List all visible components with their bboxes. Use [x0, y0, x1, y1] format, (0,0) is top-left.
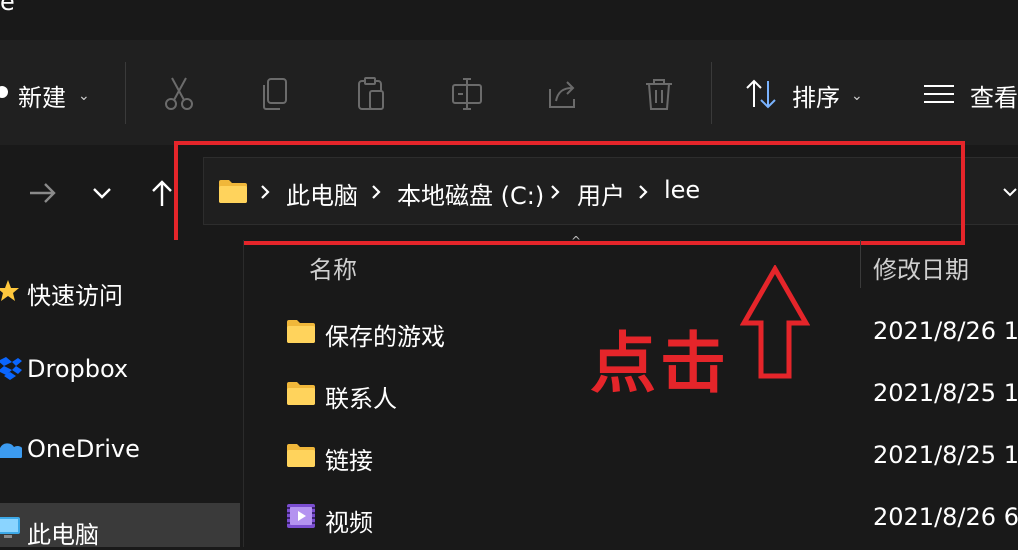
share-icon[interactable] [546, 75, 580, 113]
sidebar-item-this-pc[interactable]: 此电脑 [27, 515, 99, 550]
list-item-date: 2021/8/25 18 [873, 379, 1018, 407]
new-icon [0, 84, 9, 100]
annotation-label: 点击 [590, 325, 730, 402]
list-item-name[interactable]: 保存的游戏 [325, 317, 445, 352]
column-header-date[interactable]: 修改日期 [873, 250, 969, 285]
up-arrow-annotation-icon [739, 263, 811, 380]
list-item-date: 2021/8/25 18 [873, 441, 1018, 469]
list-item-date: 2021/8/26 10 [873, 317, 1018, 345]
sort-button[interactable]: 排序 [792, 78, 840, 113]
folder-icon [286, 318, 316, 344]
star-icon [0, 278, 22, 302]
column-header-name[interactable]: 名称 [309, 250, 357, 285]
paste-icon[interactable] [354, 75, 388, 113]
list-item-name[interactable]: 链接 [325, 441, 373, 476]
cloud-icon [0, 438, 25, 462]
address-history-chevron-icon[interactable] [1002, 184, 1018, 200]
recent-chevron-icon[interactable] [84, 175, 120, 211]
rename-icon[interactable] [450, 75, 484, 113]
toolbar-divider [711, 62, 712, 124]
cut-icon[interactable] [162, 75, 196, 113]
annotation-highlight-box [174, 141, 965, 245]
view-icon[interactable] [922, 75, 956, 113]
new-button[interactable]: 新建 [18, 78, 66, 113]
sort-chevron-icon[interactable]: ⌄ [851, 88, 863, 104]
delete-icon[interactable] [642, 75, 676, 113]
sort-icon[interactable] [744, 75, 778, 113]
column-divider[interactable] [860, 240, 861, 288]
list-item-name[interactable]: 联系人 [325, 379, 397, 414]
copy-icon[interactable] [258, 75, 292, 113]
sidebar-item-dropbox[interactable]: Dropbox [27, 355, 128, 383]
computer-icon [0, 515, 22, 539]
sidebar-item-onedrive[interactable]: OneDrive [27, 435, 140, 463]
sort-caret-icon: ^ [571, 234, 582, 248]
toolbar-divider [125, 62, 126, 124]
window-title: e [0, 0, 15, 16]
view-button[interactable]: 查看 [970, 78, 1018, 113]
forward-icon[interactable] [24, 175, 60, 211]
list-item-name[interactable]: 视频 [325, 503, 373, 538]
new-chevron-icon[interactable]: ⌄ [78, 88, 90, 104]
command-bar [0, 40, 1018, 145]
folder-icon [286, 442, 316, 468]
dropbox-icon [0, 357, 22, 381]
list-item-date: 2021/8/26 6: [873, 503, 1018, 531]
sidebar-item-quick-access[interactable]: 快速访问 [27, 276, 123, 311]
video-folder-icon [286, 503, 316, 529]
folder-icon [286, 380, 316, 406]
